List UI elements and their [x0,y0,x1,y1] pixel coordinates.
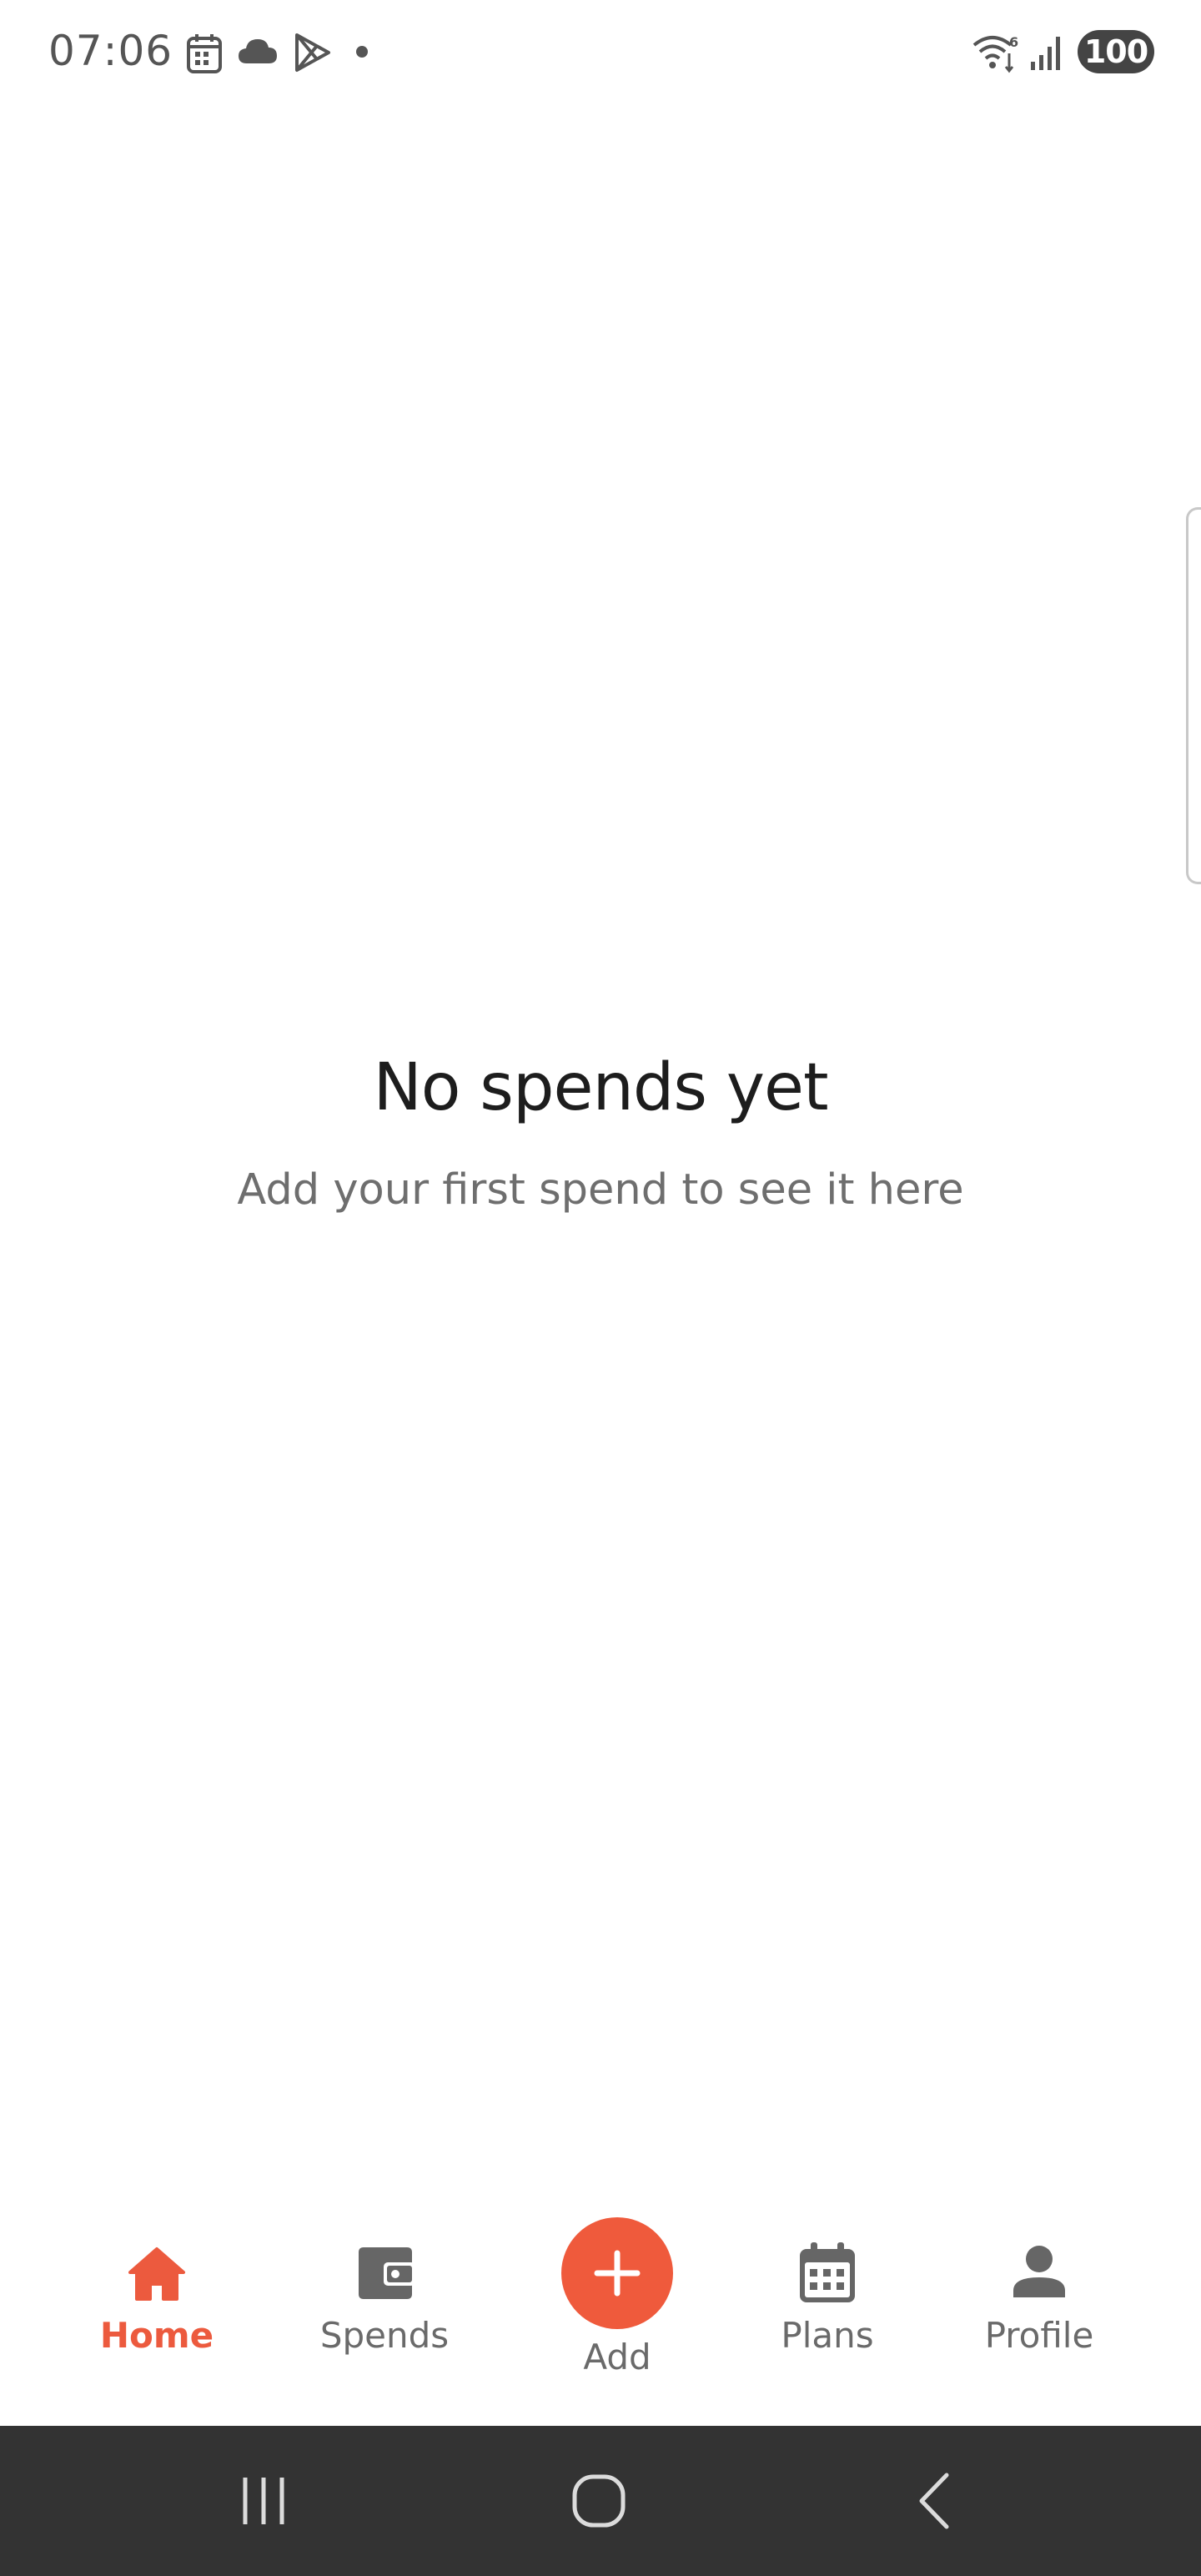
person-icon [1013,2246,1065,2297]
back-button[interactable] [851,2426,1018,2576]
recents-icon [243,2478,284,2524]
nav-label-profile: Profile [984,2315,1094,2356]
edge-panel-handle[interactable] [1186,507,1201,884]
nav-item-home[interactable]: Home [83,2186,230,2426]
wallet-icon [359,2247,415,2299]
status-bar: 07:06 6 100 [0,0,1201,105]
back-icon [919,2473,949,2529]
system-navigation-bar [0,2426,1201,2576]
calendar-icon [187,34,222,73]
nav-item-plans[interactable]: Plans [766,2186,889,2426]
empty-state-subtitle: Add your first spend to see it here [237,1165,964,1215]
dot-icon [356,46,368,58]
empty-state-title: No spends yet [373,1050,828,1125]
nav-label-home: Home [99,2315,214,2356]
bottom-navigation: Home Spends Add Plans Profile [0,2186,1201,2426]
plus-icon [594,2250,641,2297]
calendar-icon [800,2242,855,2302]
system-home-button[interactable] [515,2426,682,2576]
wifi-icon: 6 [972,34,1018,73]
nav-item-add[interactable]: Add [534,2186,701,2426]
battery-icon: 100 [1078,30,1154,73]
svg-text:6: 6 [1009,34,1018,50]
nav-label-add: Add [583,2337,651,2377]
nav-item-profile[interactable]: Profile [972,2186,1106,2426]
nav-item-spends[interactable]: Spends [309,2186,460,2426]
signal-icon [1031,37,1060,70]
play-store-icon [295,33,330,72]
nav-label-plans: Plans [781,2315,874,2356]
home-icon [128,2247,185,2301]
status-time: 07:06 [48,27,173,75]
add-button[interactable] [561,2217,673,2329]
recents-button[interactable] [180,2426,347,2576]
cloud-icon [239,39,277,63]
nav-label-spends: Spends [319,2315,450,2356]
home-button-icon [572,2474,626,2528]
